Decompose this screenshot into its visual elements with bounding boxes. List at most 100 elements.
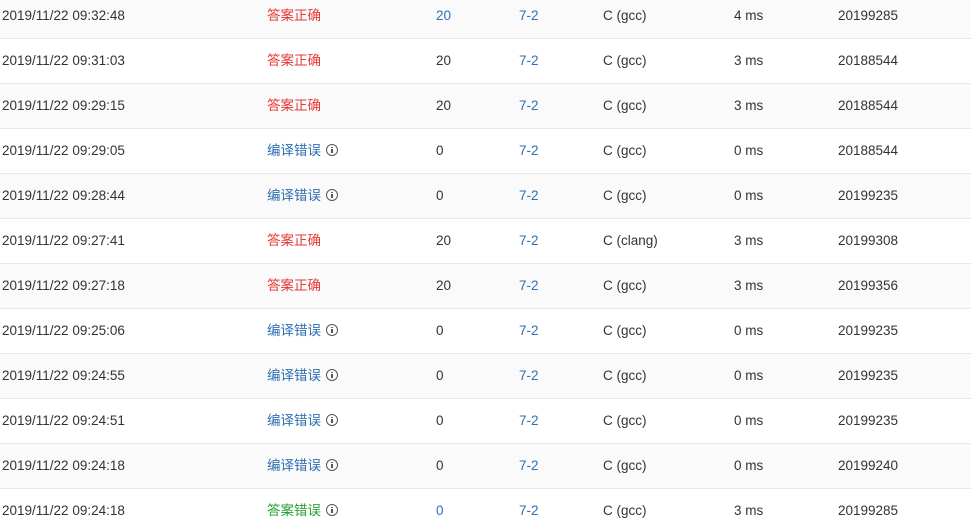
- table-row: 2019/11/22 09:24:55 编译错误 0 7-2 C (gcc) 0…: [0, 354, 971, 399]
- score: 20: [436, 53, 452, 68]
- info-circle-icon[interactable]: [326, 189, 338, 201]
- status-text[interactable]: 答案错误: [267, 503, 321, 518]
- status-label[interactable]: 答案正确: [267, 84, 321, 128]
- time-used: 0 ms: [734, 368, 764, 383]
- problem-link[interactable]: 7-2: [519, 399, 539, 443]
- score: 20: [436, 278, 452, 293]
- user-id: 20188544: [838, 143, 899, 158]
- time-used: 3 ms: [734, 53, 764, 68]
- submit-time: 2019/11/22 09:31:03: [2, 53, 125, 68]
- table-row: 2019/11/22 09:29:05 编译错误 0 7-2 C (gcc) 0…: [0, 129, 971, 174]
- user-id: 20199356: [838, 278, 899, 293]
- status-text[interactable]: 编译错误: [267, 458, 321, 473]
- status-text[interactable]: 答案正确: [267, 233, 321, 248]
- score[interactable]: 0: [436, 489, 444, 530]
- time-used: 3 ms: [734, 278, 764, 293]
- submit-time: 2019/11/22 09:29:05: [2, 143, 125, 158]
- compiler: C (gcc): [603, 503, 647, 518]
- time-used: 0 ms: [734, 188, 764, 203]
- table-row: 2019/11/22 09:27:41 答案正确 20 7-2 C (clang…: [0, 219, 971, 264]
- compiler: C (gcc): [603, 278, 647, 293]
- problem-link[interactable]: 7-2: [519, 264, 539, 308]
- compiler: C (gcc): [603, 458, 647, 473]
- status-text[interactable]: 编译错误: [267, 188, 321, 203]
- status-label[interactable]: 编译错误: [267, 309, 338, 353]
- status-text[interactable]: 答案正确: [267, 98, 321, 113]
- table-row: 2019/11/22 09:24:18 答案错误 0 7-2 C (gcc) 3…: [0, 489, 971, 530]
- info-circle-icon[interactable]: [326, 369, 338, 381]
- status-text[interactable]: 编译错误: [267, 368, 321, 383]
- status-text[interactable]: 答案正确: [267, 278, 321, 293]
- submit-time: 2019/11/22 09:29:15: [2, 98, 125, 113]
- user-id: 20199235: [838, 188, 899, 203]
- score: 0: [436, 188, 444, 203]
- compiler: C (gcc): [603, 98, 647, 113]
- status-text[interactable]: 编译错误: [267, 323, 321, 338]
- time-used: 3 ms: [734, 98, 764, 113]
- info-circle-icon[interactable]: [326, 504, 338, 516]
- status-label[interactable]: 答案正确: [267, 0, 321, 38]
- status-label[interactable]: 答案正确: [267, 264, 321, 308]
- table-row: 2019/11/22 09:24:18 编译错误 0 7-2 C (gcc) 0…: [0, 444, 971, 489]
- table-row: 2019/11/22 09:27:18 答案正确 20 7-2 C (gcc) …: [0, 264, 971, 309]
- status-text[interactable]: 答案正确: [267, 8, 321, 23]
- compiler: C (gcc): [603, 413, 647, 428]
- time-used: 0 ms: [734, 143, 764, 158]
- status-label[interactable]: 编译错误: [267, 174, 338, 218]
- problem-link[interactable]: 7-2: [519, 444, 539, 488]
- user-id: 20199240: [838, 458, 899, 473]
- submit-time: 2019/11/22 09:27:18: [2, 278, 125, 293]
- time-used: 3 ms: [734, 503, 764, 518]
- submissions-table: 2019/11/22 09:32:48 答案正确 20 7-2 C (gcc) …: [0, 0, 971, 530]
- score: 20: [436, 233, 452, 248]
- status-label[interactable]: 答案正确: [267, 219, 321, 263]
- user-id: 20188544: [838, 53, 899, 68]
- problem-link[interactable]: 7-2: [519, 174, 539, 218]
- compiler: C (gcc): [603, 143, 647, 158]
- compiler: C (gcc): [603, 53, 647, 68]
- problem-link[interactable]: 7-2: [519, 129, 539, 173]
- status-text[interactable]: 编译错误: [267, 143, 321, 158]
- submit-time: 2019/11/22 09:32:48: [2, 8, 125, 23]
- status-text[interactable]: 编译错误: [267, 413, 321, 428]
- info-circle-icon[interactable]: [326, 144, 338, 156]
- problem-link[interactable]: 7-2: [519, 39, 539, 83]
- status-label[interactable]: 编译错误: [267, 129, 338, 173]
- user-id: 20199235: [838, 323, 899, 338]
- compiler: C (clang): [603, 233, 658, 248]
- score: 0: [436, 458, 444, 473]
- submit-time: 2019/11/22 09:24:18: [2, 458, 125, 473]
- time-used: 0 ms: [734, 458, 764, 473]
- table-row: 2019/11/22 09:28:44 编译错误 0 7-2 C (gcc) 0…: [0, 174, 971, 219]
- score[interactable]: 20: [436, 0, 451, 38]
- submit-time: 2019/11/22 09:24:55: [2, 368, 125, 383]
- info-circle-icon[interactable]: [326, 414, 338, 426]
- status-label[interactable]: 编译错误: [267, 444, 338, 488]
- status-label[interactable]: 答案错误: [267, 489, 338, 530]
- status-label[interactable]: 编译错误: [267, 354, 338, 398]
- user-id: 20199308: [838, 233, 899, 248]
- table-row: 2019/11/22 09:29:15 答案正确 20 7-2 C (gcc) …: [0, 84, 971, 129]
- user-id: 20199285: [838, 8, 899, 23]
- problem-link[interactable]: 7-2: [519, 84, 539, 128]
- user-id: 20199235: [838, 413, 899, 428]
- problem-link[interactable]: 7-2: [519, 309, 539, 353]
- info-circle-icon[interactable]: [326, 459, 338, 471]
- info-circle-icon[interactable]: [326, 324, 338, 336]
- user-id: 20188544: [838, 98, 899, 113]
- score: 0: [436, 143, 444, 158]
- problem-link[interactable]: 7-2: [519, 0, 539, 38]
- problem-link[interactable]: 7-2: [519, 219, 539, 263]
- time-used: 0 ms: [734, 323, 764, 338]
- problem-link[interactable]: 7-2: [519, 354, 539, 398]
- problem-link[interactable]: 7-2: [519, 489, 539, 530]
- status-label[interactable]: 编译错误: [267, 399, 338, 443]
- time-used: 0 ms: [734, 413, 764, 428]
- score: 0: [436, 323, 444, 338]
- compiler: C (gcc): [603, 8, 647, 23]
- submit-time: 2019/11/22 09:27:41: [2, 233, 125, 248]
- status-text[interactable]: 答案正确: [267, 53, 321, 68]
- score: 20: [436, 98, 452, 113]
- submit-time: 2019/11/22 09:28:44: [2, 188, 125, 203]
- status-label[interactable]: 答案正确: [267, 39, 321, 83]
